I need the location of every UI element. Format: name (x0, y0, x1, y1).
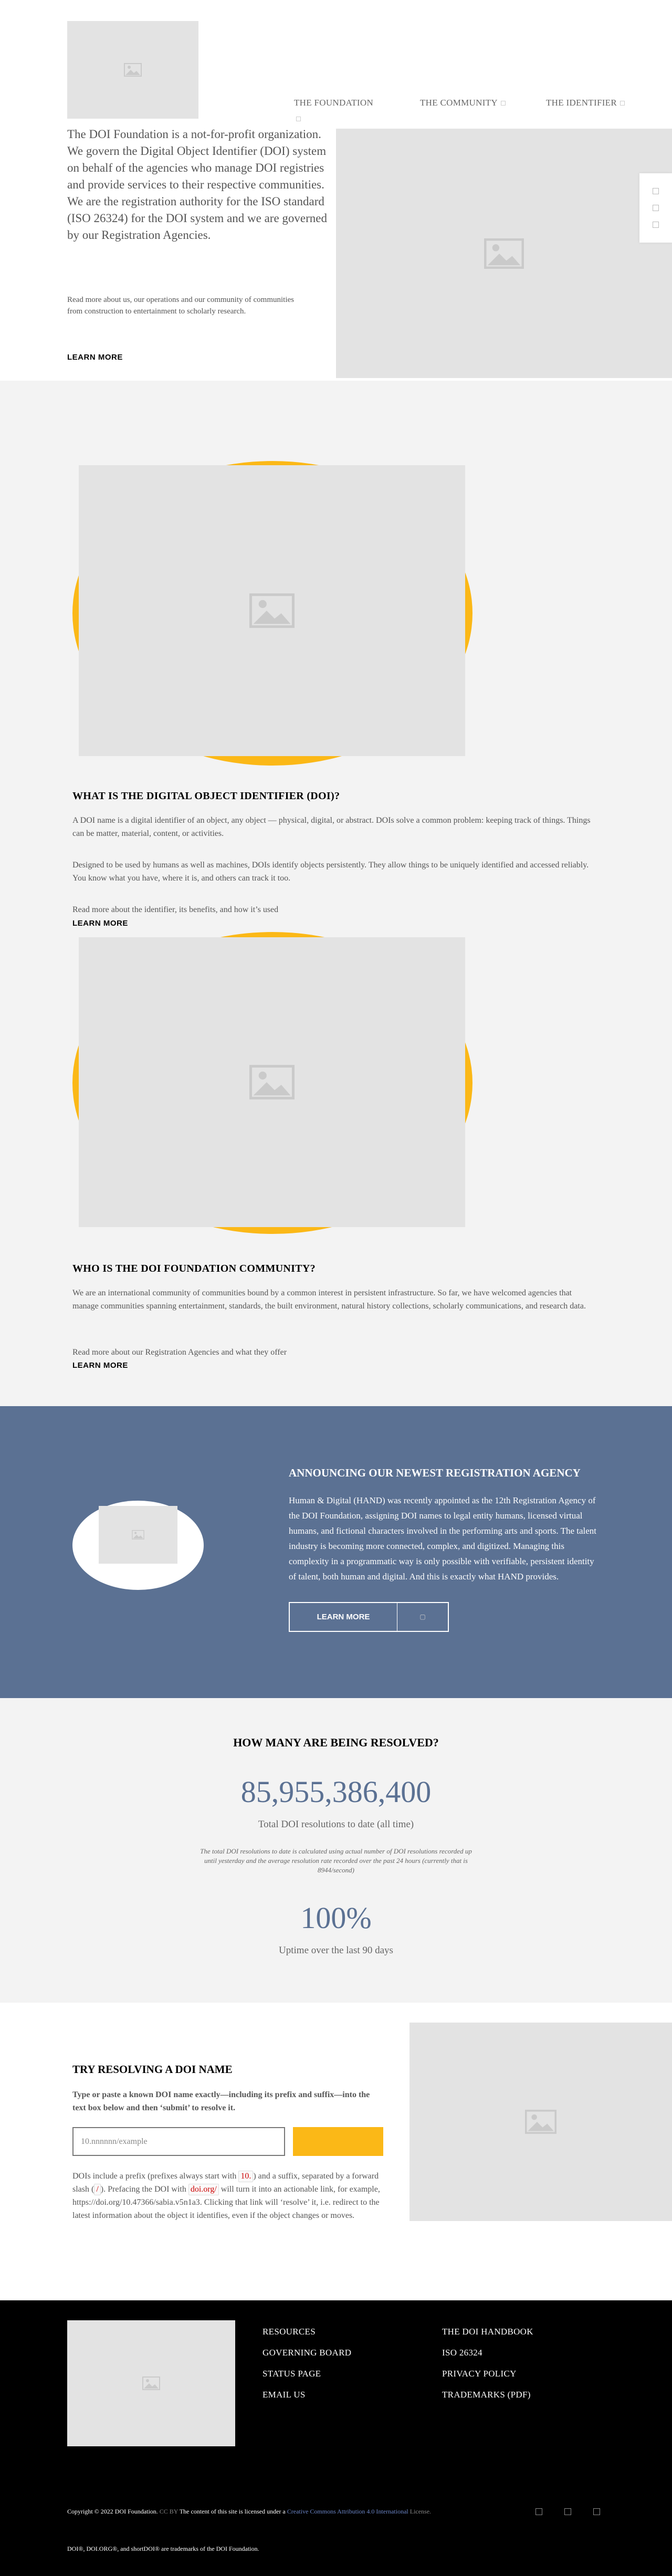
announcement-section: ANNOUNCING OUR NEWEST REGISTRATION AGENC… (0, 1406, 672, 1698)
doi-input[interactable] (72, 2127, 285, 2156)
image-placeholder-icon (124, 63, 142, 77)
identifier-more-text: Read more about the identifier, its bene… (72, 905, 279, 914)
arrow-right-icon: ▢ (419, 1613, 426, 1620)
site-header: THE FOUNDATION THE COMMUNITY THE IDENTIF… (0, 0, 672, 381)
site-footer: RESOURCES GOVERNING BOARD STATUS PAGE EM… (0, 2300, 672, 2576)
announcement-learn-more-button[interactable]: LEARN MORE ▢ (289, 1602, 449, 1632)
copyright-text: Copyright © 2022 DOI Foundation. (67, 2508, 158, 2515)
trademark-notice: DOI®, DOI.ORG®, and shortDOI® are tradem… (67, 2545, 259, 2552)
submit-button[interactable] (293, 2127, 383, 2156)
nav-label: THE COMMUNITY (420, 98, 498, 108)
identifier-paragraph: Designed to be used by humans as well as… (72, 861, 589, 883)
chevron-down-icon (500, 100, 506, 106)
social-links (536, 2508, 600, 2515)
hero-image (336, 129, 672, 378)
button-label: LEARN MORE (290, 1603, 397, 1631)
footer-logo[interactable] (67, 2320, 235, 2446)
cc-by-badge[interactable]: CC BY (160, 2508, 178, 2515)
social-icon[interactable] (536, 2508, 542, 2515)
identifier-learn-more-link[interactable]: LEARN MORE (72, 919, 128, 928)
chevron-down-icon[interactable] (296, 117, 301, 121)
uptime-caption: Uptime over the last 90 days (279, 1945, 393, 1956)
doi-resolver-section: TRY RESOLVING A DOI NAME Type or paste a… (0, 2003, 672, 2300)
stats-title: HOW MANY ARE BEING RESOLVED? (233, 1736, 439, 1749)
total-resolutions-count: 85,955,386,400 (240, 1775, 432, 1809)
identifier-paragraph: A DOI name is a digital identifier of an… (72, 816, 591, 838)
share-icon[interactable] (653, 222, 659, 228)
intro-more-text: Read more about us, our operations and o… (67, 296, 294, 316)
code-prefix: 10. (238, 2171, 254, 2182)
footer-link-governing-board[interactable]: GOVERNING BOARD (262, 2348, 351, 2358)
chevron-down-icon (620, 100, 625, 106)
community-image (79, 937, 465, 1227)
nav-the-community[interactable]: THE COMMUNITY (420, 98, 506, 108)
about-learn-more-link[interactable]: LEARN MORE (67, 353, 123, 362)
community-learn-more-link[interactable]: LEARN MORE (72, 1361, 128, 1370)
uptime-percentage: 100% (300, 1901, 372, 1935)
copyright-notice: Copyright © 2022 DOI Foundation. CC BY T… (67, 2507, 498, 2516)
license-link[interactable]: Creative Commons Attribution 4.0 Interna… (287, 2508, 408, 2515)
share-icon[interactable] (653, 205, 659, 211)
announcement-image (99, 1506, 177, 1564)
footer-link-doi-handbook[interactable]: THE DOI HANDBOOK (442, 2327, 533, 2337)
identifier-image (79, 465, 465, 756)
image-placeholder-icon (484, 238, 524, 269)
info-section: WHAT IS THE DIGITAL OBJECT IDENTIFIER (D… (0, 381, 672, 1406)
resolution-stats-section: HOW MANY ARE BEING RESOLVED? 85,955,386,… (0, 1698, 672, 2003)
social-icon[interactable] (564, 2508, 571, 2515)
footer-link-status-page[interactable]: STATUS PAGE (262, 2369, 321, 2379)
identifier-title: WHAT IS THE DIGITAL OBJECT IDENTIFIER (D… (72, 790, 340, 802)
footer-link-resources[interactable]: RESOURCES (262, 2327, 316, 2337)
footer-link-trademarks[interactable]: TRADEMARKS (PDF) (442, 2390, 531, 2400)
nav-label: THE FOUNDATION (294, 98, 374, 108)
share-sidebar (639, 173, 672, 243)
nav-the-foundation[interactable]: THE FOUNDATION (294, 98, 373, 108)
resolver-instructions: Type or paste a known DOI name exactly—i… (72, 2090, 370, 2112)
social-icon[interactable] (593, 2508, 600, 2515)
image-placeholder-icon (525, 2110, 556, 2134)
footer-link-iso-26324[interactable]: ISO 26324 (442, 2348, 482, 2358)
nav-label: THE IDENTIFIER (546, 98, 617, 108)
resolver-image (410, 2023, 672, 2221)
resolver-description: DOIs include a prefix (prefixes always s… (72, 2170, 387, 2222)
footer-link-privacy-policy[interactable]: PRIVACY POLICY (442, 2369, 517, 2379)
doi-foundation-logo[interactable] (67, 21, 198, 119)
community-title: WHO IS THE DOI FOUNDATION COMMUNITY? (72, 1263, 316, 1274)
code-slash: / (94, 2184, 101, 2195)
intro-text: The DOI Foundation is a not-for-profit o… (67, 128, 327, 242)
community-paragraph: We are an international community of com… (72, 1289, 586, 1311)
desc-text: ). Prefacing the DOI with (100, 2185, 188, 2194)
announcement-text: Human & Digital (HAND) was recently appo… (289, 1495, 597, 1582)
license-intro: The content of this site is licensed und… (179, 2508, 286, 2515)
image-placeholder-icon (142, 2376, 160, 2390)
resolutions-footnote: The total DOI resolutions to date is cal… (200, 1847, 472, 1874)
license-end: License. (410, 2508, 432, 2515)
share-icon[interactable] (653, 188, 659, 194)
announcement-title: ANNOUNCING OUR NEWEST REGISTRATION AGENC… (289, 1467, 581, 1479)
image-placeholder-icon (249, 1065, 295, 1099)
code-doi-org: doi.org/ (188, 2184, 219, 2195)
image-placeholder-icon (132, 1530, 144, 1540)
community-more-text: Read more about our Registration Agencie… (72, 1348, 287, 1357)
footer-link-email-us[interactable]: EMAIL US (262, 2390, 306, 2400)
resolver-title: TRY RESOLVING A DOI NAME (72, 2063, 233, 2076)
image-placeholder-icon (249, 593, 295, 628)
nav-the-identifier[interactable]: THE IDENTIFIER (546, 98, 625, 108)
desc-text: DOIs include a prefix (prefixes always s… (72, 2172, 239, 2181)
total-resolutions-caption: Total DOI resolutions to date (all time) (258, 1819, 414, 1830)
